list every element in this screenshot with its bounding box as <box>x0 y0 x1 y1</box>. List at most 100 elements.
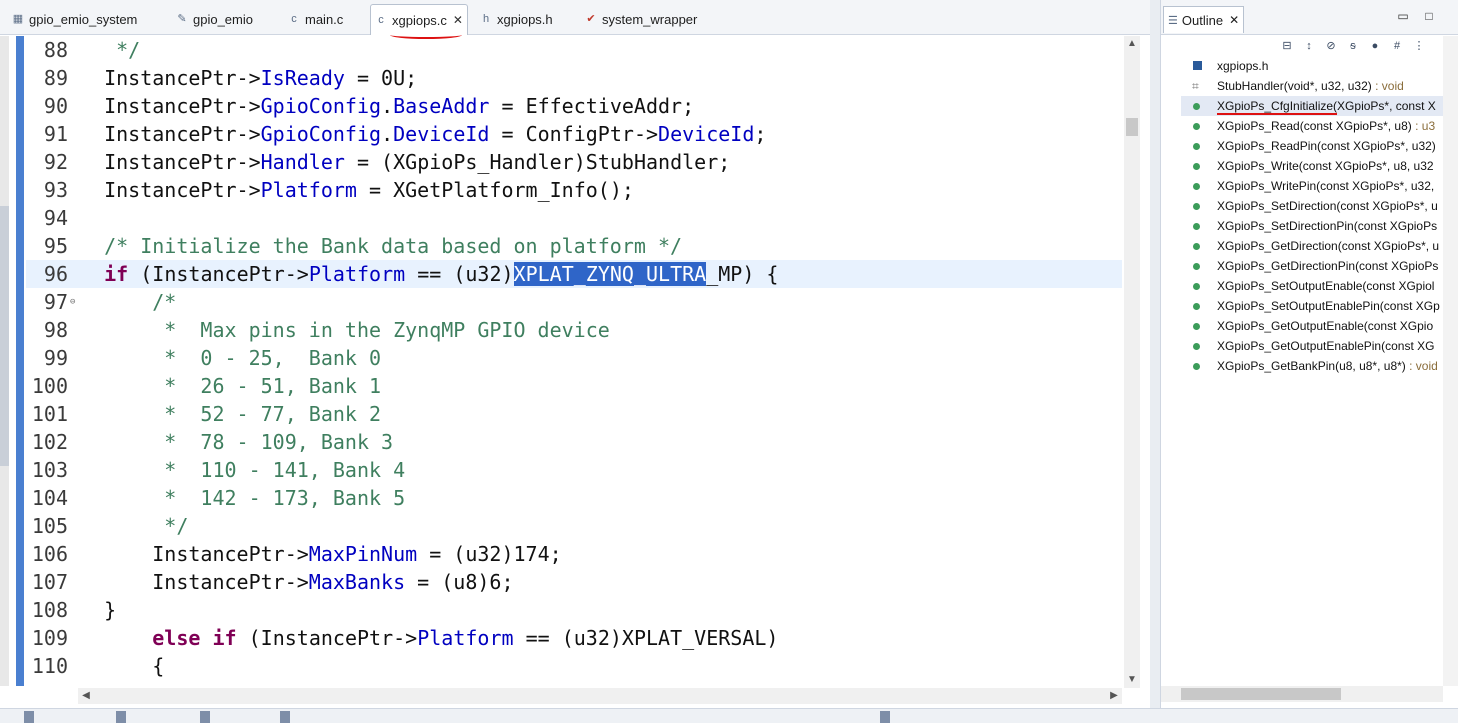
scrollbar-thumb[interactable] <box>1181 688 1341 700</box>
line-text: { <box>80 654 165 678</box>
outline-item[interactable]: XGpioPs_SetOutputEnablePin(const XGp <box>1181 296 1443 316</box>
scroll-left-icon[interactable]: ◀ <box>78 688 94 704</box>
tab-gpio-emio-system[interactable]: ▦ gpio_emio_system <box>12 5 138 33</box>
outline-item[interactable]: XGpioPs_SetOutputEnable(const XGpiol <box>1181 276 1443 296</box>
outline-toolbar: ⊟ ↕ ⊘ ᵴ ● # ⋮ <box>1279 38 1427 56</box>
view-menu-icon[interactable]: ⋮ <box>1411 38 1427 54</box>
comment-text: * Max pins in the ZynqMP GPIO device <box>80 318 610 342</box>
tab-system-wrapper[interactable]: ✔ system_wrapper <box>585 5 697 33</box>
console-tab-icon[interactable] <box>24 711 34 723</box>
outline-horizontal-scrollbar[interactable] <box>1161 686 1443 702</box>
scroll-up-icon[interactable]: ▲ <box>1124 36 1140 52</box>
item-name: XGpioPs_Write(const XGpioPs*, u8, u32 <box>1217 159 1434 173</box>
function-icon <box>1193 163 1200 170</box>
code-token: ; <box>718 150 731 174</box>
item-name: XGpioPs_Read(const XGpioPs*, u8) <box>1217 119 1412 133</box>
outline-item[interactable]: XGpioPs_WritePin(const XGpioPs*, u32, <box>1181 176 1443 196</box>
code-line: 95 /* Initialize the Bank data based on … <box>26 232 1122 260</box>
code-token: StubHandler <box>585 150 719 174</box>
item-name: XGpioPs_SetOutputEnable(const XGpiol <box>1217 279 1435 293</box>
outline-item[interactable]: XGpioPs_GetDirectionPin(const XGpioPs <box>1181 256 1443 276</box>
text-selection: XPLAT_ZYNQ_ULTRA <box>513 262 707 286</box>
hide-fields-icon[interactable]: ⊘ <box>1323 38 1339 54</box>
maximize-icon[interactable]: □ <box>1423 10 1435 22</box>
code-line: 99 * 0 - 25, Bank 0 <box>26 344 1122 372</box>
tab-main-c[interactable]: c main.c <box>288 5 343 33</box>
field-token: Platform <box>260 178 357 202</box>
left-panel-edge <box>0 36 9 686</box>
collapse-all-icon[interactable]: ⊟ <box>1279 38 1295 54</box>
line-number: 110 <box>31 654 68 678</box>
code-token: == ( <box>513 626 574 650</box>
outline-vertical-scrollbar[interactable] <box>1443 36 1458 686</box>
h-file-icon: h <box>482 12 490 25</box>
outline-item-label: XGpioPs_Write(const XGpioPs*, u8, u32 <box>1217 156 1434 176</box>
code-token: ; <box>754 122 767 146</box>
outline-item[interactable]: ⌗ StubHandler(void*, u32, u32) : void <box>1181 76 1443 96</box>
code-line: 88 */ <box>26 36 1122 64</box>
outline-item-selected[interactable]: XGpioPs_CfgInitialize(XGpioPs*, const X <box>1181 96 1443 116</box>
code-line: 98 * Max pins in the ZynqMP GPIO device <box>26 316 1122 344</box>
fold-toggle-icon[interactable]: ⊖ <box>70 288 75 316</box>
keyword-token: if <box>104 262 129 286</box>
code-token: ) <box>609 626 622 650</box>
outline-item[interactable]: XGpioPs_ReadPin(const XGpioPs*, u32) <box>1181 136 1443 156</box>
line-text: } <box>80 598 117 622</box>
code-line: 105 */ <box>26 512 1122 540</box>
close-icon[interactable]: ✕ <box>453 13 463 27</box>
item-name: XGpioPs_SetOutputEnablePin(const XGp <box>1217 299 1440 313</box>
scroll-down-icon[interactable]: ▼ <box>1124 672 1140 688</box>
outline-item[interactable]: XGpioPs_Read(const XGpioPs*, u8) : u3 <box>1181 116 1443 136</box>
outline-item[interactable]: XGpioPs_Write(const XGpioPs*, u8, u32 <box>1181 156 1443 176</box>
code-token: = <box>489 122 526 146</box>
tab-label: gpio_emio_system <box>29 11 138 27</box>
hide-nonpublic-icon[interactable]: ● <box>1367 38 1383 54</box>
close-icon[interactable]: ✕ <box>1229 13 1239 27</box>
tab-gpio-emio[interactable]: ✎ gpio_emio <box>176 5 253 33</box>
scroll-right-icon[interactable]: ▶ <box>1106 688 1122 704</box>
problems-tab-icon[interactable] <box>116 711 126 723</box>
outline-item[interactable]: xgpiops.h <box>1181 56 1443 76</box>
outline-item[interactable]: XGpioPs_SetDirection(const XGpioPs*, u <box>1181 196 1443 216</box>
code-token: )174; <box>501 542 562 566</box>
code-token: -> <box>236 66 261 90</box>
item-name: XGpioPs_SetDirectionPin(const XGpioPs <box>1217 219 1438 233</box>
editor-vertical-scrollbar[interactable]: ▲ ▼ <box>1124 36 1140 688</box>
c-file-icon: c <box>291 12 297 25</box>
outline-item[interactable]: XGpioPs_GetOutputEnablePin(const XG <box>1181 336 1443 356</box>
code-line: 94 <box>26 204 1122 232</box>
outline-item[interactable]: XGpioPs_GetOutputEnable(const XGpio <box>1181 316 1443 336</box>
line-number: 96 <box>43 262 68 286</box>
editor-horizontal-scrollbar[interactable]: ◀ ▶ <box>78 688 1122 704</box>
tab-outline[interactable]: ☰ Outline ✕ <box>1163 6 1245 33</box>
code-token: -> <box>284 542 309 566</box>
sort-icon[interactable]: ↕ <box>1301 38 1317 54</box>
sash[interactable] <box>1150 0 1160 722</box>
outline-item[interactable]: XGpioPs_GetBankPin(u8, u8*, u8*) : void <box>1181 356 1443 376</box>
code-token: -> <box>393 626 418 650</box>
terminal-tab-icon[interactable] <box>880 711 890 723</box>
line-text: InstancePtr->IsReady = 0U; <box>80 64 417 92</box>
hide-static-icon[interactable]: ᵴ <box>1345 38 1361 54</box>
function-icon <box>1193 263 1200 270</box>
overview-ruler <box>16 36 24 686</box>
gutter-marker <box>0 206 9 466</box>
outline-item[interactable]: XGpioPs_GetDirection(const XGpioPs*, u <box>1181 236 1443 256</box>
vitis-log-tab-icon[interactable] <box>200 711 210 723</box>
item-name: XGpioPs_ReadPin(const XGpioPs*, u32) <box>1217 139 1436 153</box>
group-icon[interactable]: # <box>1389 38 1405 54</box>
scrollbar-thumb[interactable] <box>1126 118 1138 136</box>
code-editor[interactable]: ▦ gpio_emio_system ✎ gpio_emio c main.c … <box>0 0 1150 722</box>
line-number: 90 <box>43 94 68 118</box>
tab-label: xgpiops.h <box>497 11 553 27</box>
function-icon <box>1193 183 1200 190</box>
tab-xgpiops-h[interactable]: h xgpiops.h <box>480 5 553 33</box>
guidance-tab-icon[interactable] <box>280 711 290 723</box>
minimize-icon[interactable]: ▭ <box>1397 10 1409 22</box>
code-area[interactable]: 88 */ 89 InstancePtr->IsReady = 0U; 90 I… <box>26 36 1122 680</box>
outline-item[interactable]: XGpioPs_SetDirectionPin(const XGpioPs <box>1181 216 1443 236</box>
code-token: -> <box>236 150 261 174</box>
